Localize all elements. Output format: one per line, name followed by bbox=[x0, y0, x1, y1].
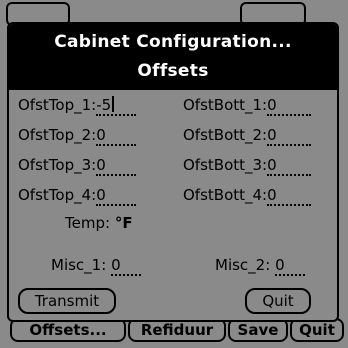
text-cursor bbox=[112, 96, 115, 112]
field-ofsttop-4: OfstTop_4:0 bbox=[18, 186, 137, 206]
field-ofsttop-2: OfstTop_2:0 bbox=[18, 126, 137, 146]
offsets-dialog: Cabinet Configuration... Offsets OfstTop… bbox=[7, 22, 339, 322]
field-label: OfstBott_4: bbox=[183, 186, 268, 204]
dialog-titlebar: Cabinet Configuration... Offsets bbox=[9, 24, 337, 90]
ofsttop-3-input[interactable]: 0 bbox=[96, 156, 137, 176]
field-label: Misc_1: bbox=[51, 256, 107, 274]
ofstbott-4-input[interactable]: 0 bbox=[267, 186, 312, 206]
field-label: OfstBott_1: bbox=[183, 96, 268, 114]
field-label: OfstTop_3: bbox=[18, 156, 97, 174]
temp-unit: °F bbox=[114, 214, 133, 232]
field-label: OfstBott_3: bbox=[183, 156, 268, 174]
ofsttop-4-input[interactable]: 0 bbox=[96, 186, 137, 206]
misc-1-input[interactable]: 0 bbox=[111, 256, 142, 276]
background-app-header bbox=[0, 0, 348, 26]
temp-row: Temp: °F bbox=[65, 214, 133, 232]
field-misc-1: Misc_1: 0 bbox=[51, 256, 142, 276]
quit-button[interactable]: Quit bbox=[245, 288, 311, 314]
ofstbott-1-input[interactable]: 0 bbox=[267, 96, 312, 116]
field-label: OfstTop_4: bbox=[18, 186, 97, 204]
field-ofstbott-1: OfstBott_1:0 bbox=[183, 96, 312, 116]
ofstbott-2-input[interactable]: 0 bbox=[267, 126, 312, 146]
ofsttop-1-input[interactable]: -5 bbox=[96, 96, 137, 116]
ofsttop-2-input[interactable]: 0 bbox=[96, 126, 137, 146]
misc-2-input[interactable]: 0 bbox=[275, 256, 306, 276]
transmit-button[interactable]: Transmit bbox=[18, 288, 116, 314]
field-ofsttop-1: OfstTop_1:-5 bbox=[18, 96, 137, 116]
temp-label: Temp: bbox=[65, 214, 111, 232]
field-ofstbott-4: OfstBott_4:0 bbox=[183, 186, 312, 206]
field-ofsttop-3: OfstTop_3:0 bbox=[18, 156, 137, 176]
field-label: OfstTop_1: bbox=[18, 96, 97, 114]
field-label: OfstTop_2: bbox=[18, 126, 97, 144]
field-ofstbott-3: OfstBott_3:0 bbox=[183, 156, 312, 176]
field-ofstbott-2: OfstBott_2:0 bbox=[183, 126, 312, 146]
ofstbott-3-input[interactable]: 0 bbox=[267, 156, 312, 176]
dialog-title: Cabinet Configuration... bbox=[54, 32, 292, 52]
field-misc-2: Misc_2: 0 bbox=[215, 256, 306, 276]
field-label: Misc_2: bbox=[215, 256, 271, 274]
field-label: OfstBott_2: bbox=[183, 126, 268, 144]
dialog-subtitle: Offsets bbox=[137, 61, 209, 81]
